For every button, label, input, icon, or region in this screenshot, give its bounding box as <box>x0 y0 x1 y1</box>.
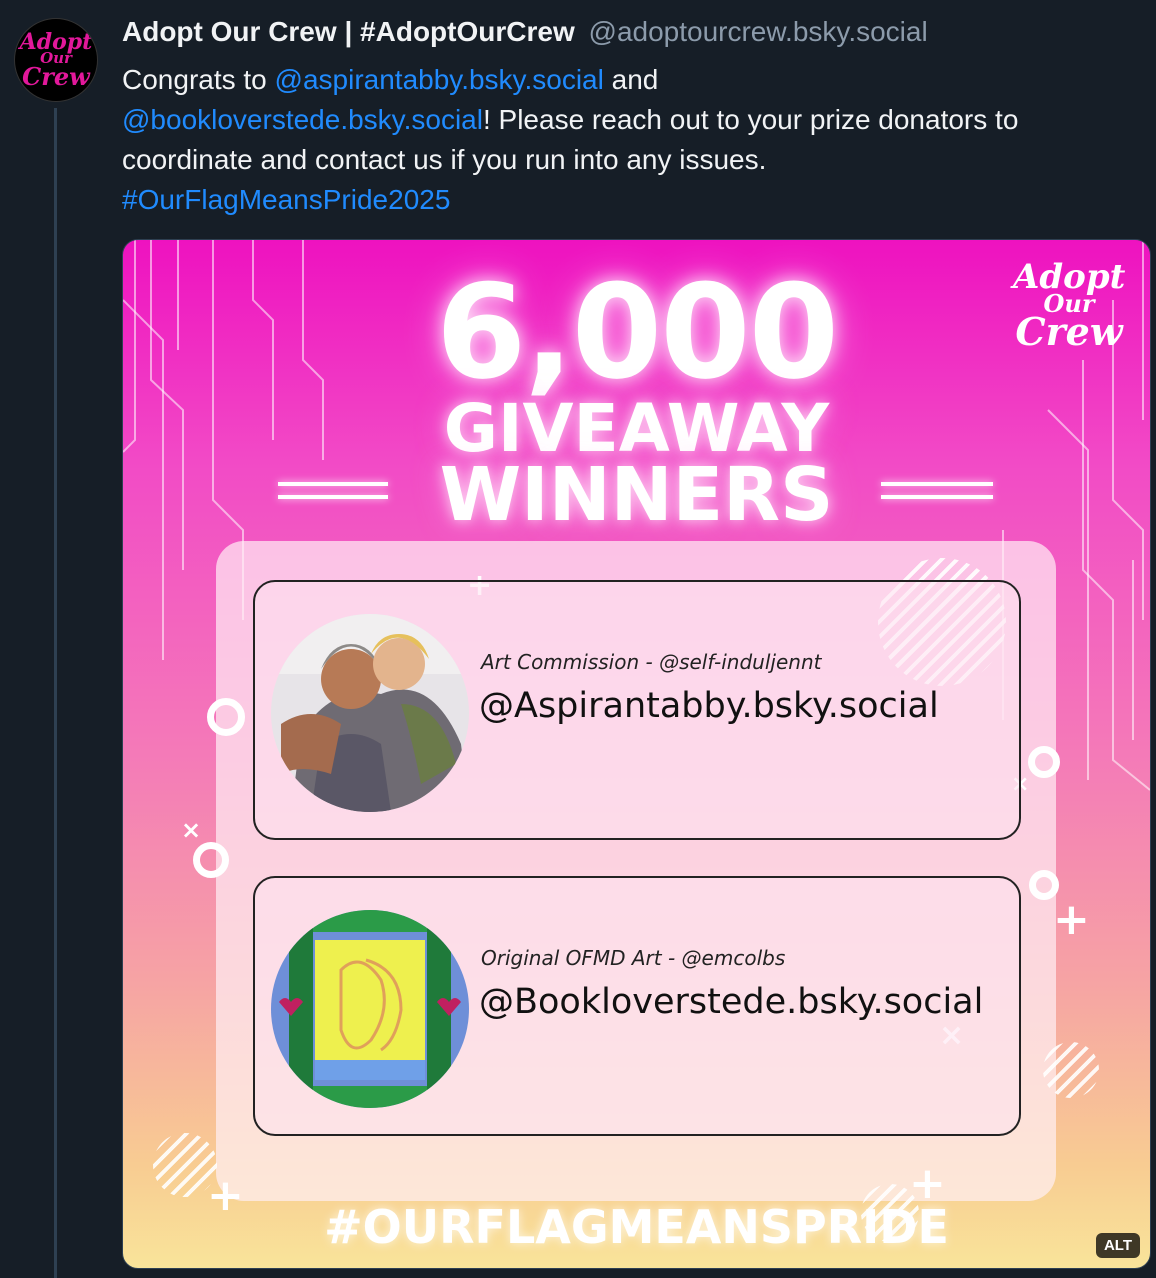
winner-card: Original OFMD Art - @emcolbs @Booklovers… <box>253 876 1021 1136</box>
thread-line <box>54 108 57 1278</box>
post-header: Adopt Our Crew | #AdoptOurCrew @adoptour… <box>122 16 928 48</box>
post-text: Congrats to @aspirantabby.bsky.social an… <box>122 60 1132 220</box>
plus-decoration: + <box>1053 894 1090 945</box>
winner-artwork-thumbnail <box>271 910 469 1108</box>
alt-text-badge[interactable]: ALT <box>1095 1233 1140 1258</box>
author-avatar[interactable]: Adopt Our Crew <box>14 18 98 102</box>
hashtag-link[interactable]: #OurFlagMeansPride2025 <box>122 184 450 215</box>
winner-handle: @Aspirantabby.bsky.social <box>479 686 939 726</box>
ring-decoration <box>193 842 229 878</box>
post-text-segment: Congrats to <box>122 64 275 95</box>
brand-logo-text: Crew <box>1015 309 1123 355</box>
post-image[interactable]: 6,000 GIVEAWAY WINNERS Adopt Our Crew + … <box>122 239 1151 1269</box>
ring-decoration <box>207 698 245 736</box>
title-deco-lines <box>278 482 388 504</box>
ring-decoration <box>1028 746 1060 778</box>
winner-handle: @Bookloverstede.bsky.social <box>479 982 984 1022</box>
brand-logo: Adopt Our Crew <box>1013 260 1125 355</box>
mention-link[interactable]: @bookloverstede.bsky.social <box>122 104 483 135</box>
winner-card: Art Commission - @self-induljennt @Aspir… <box>253 580 1021 840</box>
winner-artwork-thumbnail <box>271 614 469 812</box>
author-display-name[interactable]: Adopt Our Crew | #AdoptOurCrew <box>122 16 575 47</box>
mention-link[interactable]: @aspirantabby.bsky.social <box>275 64 604 95</box>
hashtag-banner: #OURFLAGMEANSPRIDE <box>324 1200 949 1254</box>
author-handle[interactable]: @adoptourcrew.bsky.social <box>589 16 928 47</box>
title-deco-lines <box>881 482 993 504</box>
prize-label: Art Commission - @self-induljennt <box>481 650 822 674</box>
prize-label: Original OFMD Art - @emcolbs <box>481 946 786 970</box>
post-text-segment: and <box>603 64 659 95</box>
hatched-circle-decoration <box>1043 1042 1099 1098</box>
avatar-text-line: Crew <box>22 61 90 91</box>
cross-decoration: × <box>181 816 202 844</box>
giveaway-count: 6,000 <box>435 256 839 408</box>
